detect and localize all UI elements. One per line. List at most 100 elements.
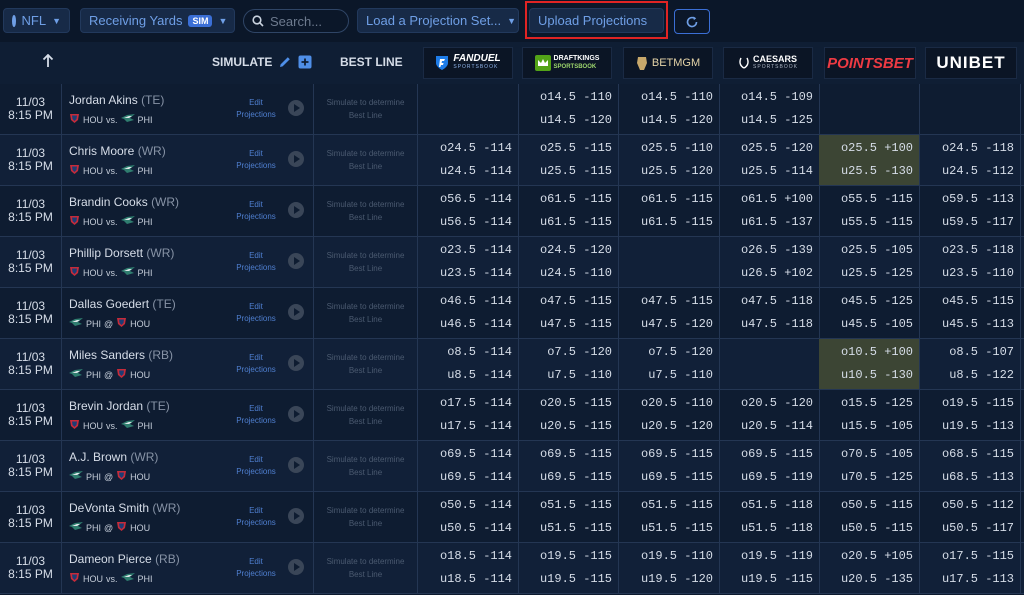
odds-cell[interactable]: o24.5 -120 u24.5 -110 [518,237,619,287]
player-name[interactable]: DeVonta Smith (WR) [69,501,180,515]
edit-projections-link[interactable]: Edit Projections [232,97,280,121]
over-line[interactable]: o61.5 +100 [741,192,813,206]
fanduel-header[interactable]: FANDUEL SPORTSBOOK [423,47,513,79]
edit-projections-link[interactable]: Edit Projections [232,505,280,529]
over-line[interactable]: o61.5 -115 [540,192,612,206]
under-line[interactable]: u68.5 -113 [942,470,1014,484]
odds-cell[interactable]: o50.5 -115 u50.5 -115 [819,492,920,542]
under-line[interactable]: u69.5 -119 [741,470,813,484]
odds-cell[interactable]: o47.5 -115 u47.5 -115 [518,288,619,338]
under-line[interactable]: u19.5 -115 [741,572,813,586]
under-line[interactable]: u59.5 -117 [942,215,1014,229]
edit-projections-link[interactable]: Edit Projections [232,352,280,376]
under-line[interactable]: u45.5 -105 [841,317,913,331]
edit-projections-link[interactable]: Edit Projections [232,250,280,274]
under-line[interactable]: u20.5 -135 [841,572,913,586]
over-line[interactable]: o69.5 -115 [741,447,813,461]
under-line[interactable]: u25.5 -115 [540,164,612,178]
odds-cell[interactable]: o19.5 -110 u19.5 -120 [619,543,720,593]
odds-cell[interactable]: o8.5 -107 u8.5 -122 [920,339,1021,389]
player-name[interactable]: Dallas Goedert (TE) [69,297,176,311]
odds-cell[interactable]: o69.5 -115 u69.5 -115 [619,441,720,491]
pointsbet-header[interactable]: POINTSBET [824,47,916,79]
plus-square-icon[interactable] [298,55,312,69]
load-projection-dropdown[interactable]: Load a Projection Set... ▼ [357,8,519,33]
over-line[interactable]: o8.5 -107 [949,345,1014,359]
odds-cell[interactable]: o25.5 -110 u25.5 -120 [619,135,720,185]
under-line[interactable]: u20.5 -115 [540,419,612,433]
over-line[interactable]: o25.5 -115 [540,141,612,155]
under-line[interactable]: u19.5 -120 [641,572,713,586]
odds-cell[interactable]: o7.5 -120 u7.5 -110 [518,339,619,389]
odds-cell[interactable]: o23.5 -114 u23.5 -114 [418,237,519,287]
under-line[interactable]: u8.5 -122 [949,368,1014,382]
market-dropdown[interactable]: Receiving Yards SIM ▼ [80,8,235,33]
over-line[interactable]: o17.5 -114 [440,396,512,410]
under-line[interactable]: u14.5 -120 [540,113,612,127]
over-line[interactable]: o23.5 -118 [942,243,1014,257]
edit-projections-link[interactable]: Edit Projections [232,148,280,172]
odds-cell[interactable]: o51.5 -115 u51.5 -115 [619,492,720,542]
over-line[interactable]: o18.5 -114 [440,549,512,563]
under-line[interactable]: u25.5 -125 [841,266,913,280]
over-line[interactable]: o51.5 -115 [540,498,612,512]
odds-cell[interactable]: o61.5 -115 u61.5 -115 [619,186,720,236]
over-line[interactable]: o7.5 -120 [547,345,612,359]
over-line[interactable]: o20.5 -120 [741,396,813,410]
odds-cell[interactable]: o25.5 -115 u25.5 -115 [518,135,619,185]
odds-cell[interactable]: o18.5 -114 u18.5 -114 [418,543,519,593]
under-line[interactable]: u19.5 -113 [942,419,1014,433]
odds-cell[interactable]: o69.5 -115 u69.5 -119 [719,441,820,491]
odds-cell[interactable]: o51.5 -118 u51.5 -118 [719,492,820,542]
under-line[interactable]: u23.5 -110 [942,266,1014,280]
under-line[interactable]: u24.5 -114 [440,164,512,178]
odds-cell[interactable]: o47.5 -118 u47.5 -118 [719,288,820,338]
over-line[interactable]: o55.5 -115 [841,192,913,206]
odds-cell[interactable]: o51.5 -115 u51.5 -115 [518,492,619,542]
play-icon[interactable] [288,304,304,320]
under-line[interactable]: u46.5 -114 [440,317,512,331]
play-icon[interactable] [288,202,304,218]
under-line[interactable]: u7.5 -110 [547,368,612,382]
over-line[interactable]: o68.5 -115 [942,447,1014,461]
over-line[interactable]: o59.5 -113 [942,192,1014,206]
player-name[interactable]: Dameon Pierce (RB) [69,552,180,566]
over-line[interactable]: o14.5 -109 [741,90,813,104]
odds-cell[interactable]: o69.5 -115 u69.5 -115 [518,441,619,491]
over-line[interactable]: o19.5 -119 [741,549,813,563]
over-line[interactable]: o25.5 +100 [841,141,913,155]
odds-cell[interactable] [819,84,920,134]
under-line[interactable]: u56.5 -114 [440,215,512,229]
odds-cell[interactable]: o20.5 -115 u20.5 -115 [518,390,619,440]
sort-up-arrow-icon[interactable] [42,54,54,68]
odds-cell[interactable]: o14.5 -109 u14.5 -125 [719,84,820,134]
under-line[interactable]: u26.5 +102 [741,266,813,280]
odds-cell[interactable]: o25.5 -105 u25.5 -125 [819,237,920,287]
over-line[interactable]: o25.5 -110 [641,141,713,155]
odds-cell[interactable]: o50.5 -114 u50.5 -114 [418,492,519,542]
under-line[interactable]: u61.5 -137 [741,215,813,229]
odds-cell[interactable]: o19.5 -119 u19.5 -115 [719,543,820,593]
under-line[interactable]: u51.5 -118 [741,521,813,535]
odds-cell[interactable]: o69.5 -114 u69.5 -114 [418,441,519,491]
over-line[interactable]: o7.5 -120 [648,345,713,359]
under-line[interactable]: u69.5 -114 [440,470,512,484]
under-line[interactable]: u24.5 -112 [942,164,1014,178]
over-line[interactable]: o24.5 -114 [440,141,512,155]
edit-projections-link[interactable]: Edit Projections [232,454,280,478]
over-line[interactable]: o25.5 -105 [841,243,913,257]
odds-cell[interactable]: o19.5 -115 u19.5 -113 [920,390,1021,440]
player-name[interactable]: Miles Sanders (RB) [69,348,173,362]
over-line[interactable]: o45.5 -125 [841,294,913,308]
odds-cell[interactable]: o55.5 -115 u55.5 -115 [819,186,920,236]
under-line[interactable]: u23.5 -114 [440,266,512,280]
under-line[interactable]: u19.5 -115 [540,572,612,586]
under-line[interactable]: u50.5 -115 [841,521,913,535]
under-line[interactable]: u25.5 -114 [741,164,813,178]
pencil-icon[interactable] [278,55,292,69]
over-line[interactable]: o20.5 -115 [540,396,612,410]
over-line[interactable]: o19.5 -115 [942,396,1014,410]
under-line[interactable]: u45.5 -113 [942,317,1014,331]
under-line[interactable]: u25.5 -130 [841,164,913,178]
under-line[interactable]: u47.5 -118 [741,317,813,331]
